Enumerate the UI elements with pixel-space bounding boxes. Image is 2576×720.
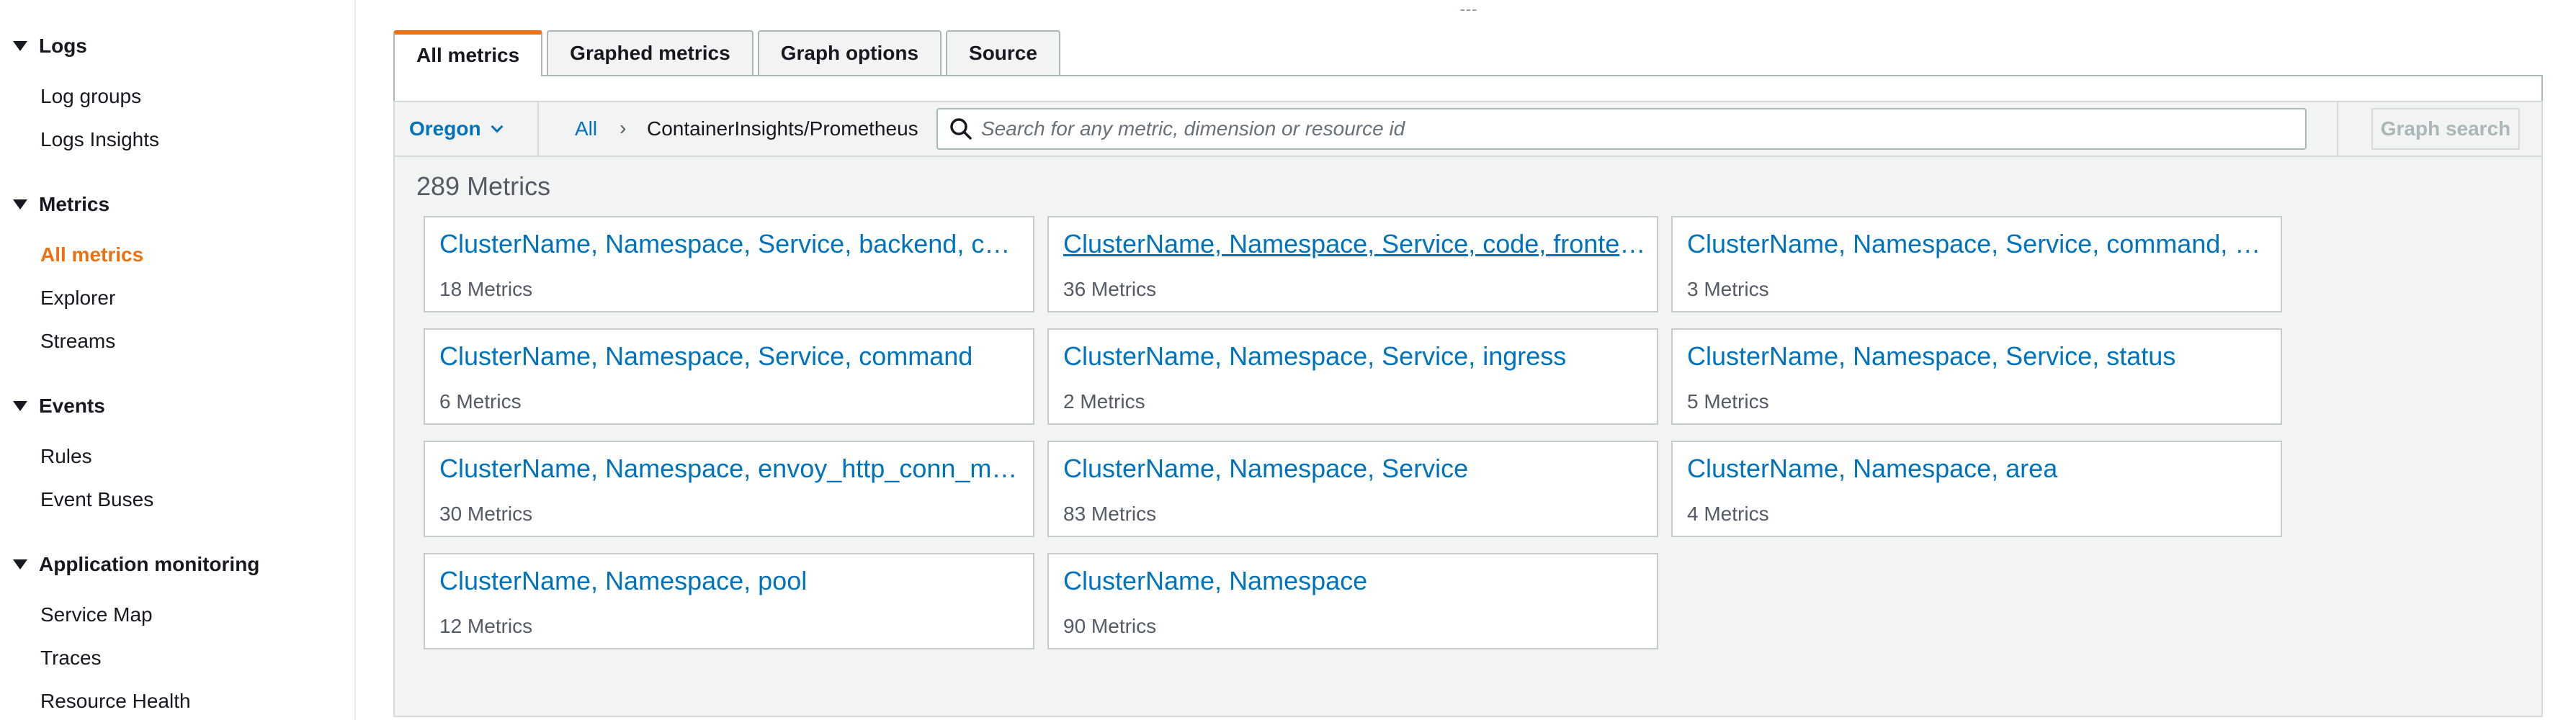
metric-group-title[interactable]: ClusterName, Namespace, envoy_http_conn_… bbox=[439, 454, 1023, 484]
metric-group-card[interactable]: ClusterName, Namespace, Service, command… bbox=[424, 328, 1034, 425]
sidebar-section-application-monitoring[interactable]: Application monitoring bbox=[13, 550, 259, 579]
sidebar-item-rules[interactable]: Rules bbox=[40, 442, 92, 471]
metric-group-count: 6 Metrics bbox=[439, 390, 522, 413]
caret-down-icon bbox=[13, 199, 27, 210]
search-icon bbox=[950, 118, 972, 140]
sidebar-item-explorer[interactable]: Explorer bbox=[40, 284, 115, 312]
metric-group-count: 36 Metrics bbox=[1063, 278, 1157, 300]
metric-group-card[interactable]: ClusterName, Namespace, Service, backend… bbox=[424, 216, 1034, 312]
caret-down-icon bbox=[13, 401, 27, 411]
region-selector[interactable]: Oregon bbox=[395, 102, 539, 156]
resize-handle[interactable]: --- bbox=[1459, 1, 1478, 17]
sidebar-section-title: Events bbox=[39, 395, 105, 417]
metrics-toolbar: Oregon All › ContainerInsights/Prometheu… bbox=[395, 102, 2541, 157]
sidebar-item-event-buses[interactable]: Event Buses bbox=[40, 485, 153, 514]
metric-group-title[interactable]: ClusterName, Namespace, Service, code, f… bbox=[1063, 229, 1647, 259]
metric-group-count: 90 Metrics bbox=[1063, 615, 1157, 637]
metrics-count: 289 Metrics bbox=[416, 171, 551, 201]
sidebar-item-all-metrics[interactable]: All metrics bbox=[40, 240, 143, 269]
metric-group-count: 4 Metrics bbox=[1687, 503, 1769, 525]
sidebar-section-metrics[interactable]: Metrics bbox=[13, 190, 109, 219]
graph-search-button[interactable]: Graph search bbox=[2371, 108, 2520, 150]
breadcrumb-all-link[interactable]: All bbox=[575, 102, 597, 156]
chevron-down-icon bbox=[491, 120, 504, 133]
sidebar-item-log-groups[interactable]: Log groups bbox=[40, 82, 141, 111]
sidebar-item-resource-health[interactable]: Resource Health bbox=[40, 687, 191, 716]
tab-graphed-metrics[interactable]: Graphed metrics bbox=[547, 30, 753, 75]
sidebar-section-logs[interactable]: Logs bbox=[13, 32, 87, 60]
tab-source[interactable]: Source bbox=[946, 30, 1060, 75]
metric-group-count: 18 Metrics bbox=[439, 278, 533, 300]
metric-group-card[interactable]: ClusterName, Namespace, Service, ingress… bbox=[1047, 328, 1658, 425]
metric-group-title[interactable]: ClusterName, Namespace, Service, command bbox=[439, 341, 1023, 372]
metric-group-card[interactable]: ClusterName, Namespace, area 4 Metrics bbox=[1671, 441, 2282, 537]
breadcrumb-separator-icon: › bbox=[620, 117, 627, 139]
sidebar-section-title: Metrics bbox=[39, 193, 110, 215]
metric-group-title[interactable]: ClusterName, Namespace, Service bbox=[1063, 454, 1647, 484]
toolbar-divider bbox=[2337, 102, 2338, 156]
metric-group-card[interactable]: ClusterName, Namespace, pool 12 Metrics bbox=[424, 553, 1034, 649]
tab-all-metrics[interactable]: All metrics bbox=[393, 30, 543, 76]
sidebar-item-logs-insights[interactable]: Logs Insights bbox=[40, 125, 159, 154]
sidebar-item-service-map[interactable]: Service Map bbox=[40, 600, 153, 629]
metric-group-count: 12 Metrics bbox=[439, 615, 533, 637]
sidebar: Logs Log groups Logs Insights Metrics Al… bbox=[0, 0, 356, 720]
tab-panel-border bbox=[393, 75, 2543, 104]
metric-group-count: 3 Metrics bbox=[1687, 278, 1769, 300]
metric-group-card[interactable]: ClusterName, Namespace, Service, status … bbox=[1671, 328, 2282, 425]
metric-group-count: 2 Metrics bbox=[1063, 390, 1145, 413]
metric-group-card[interactable]: ClusterName, Namespace, Service, command… bbox=[1671, 216, 2282, 312]
metric-group-title[interactable]: ClusterName, Namespace, Service, ingress bbox=[1063, 341, 1647, 372]
metric-group-title[interactable]: ClusterName, Namespace bbox=[1063, 566, 1647, 596]
metrics-tabs: All metrics Graphed metrics Graph option… bbox=[393, 30, 1065, 76]
metrics-browser-panel: Oregon All › ContainerInsights/Prometheu… bbox=[393, 101, 2543, 717]
caret-down-icon bbox=[13, 41, 27, 51]
sidebar-item-streams[interactable]: Streams bbox=[40, 327, 115, 356]
sidebar-section-title: Application monitoring bbox=[39, 553, 260, 575]
metric-search-box bbox=[936, 108, 2307, 150]
metric-group-card[interactable]: ClusterName, Namespace, envoy_http_conn_… bbox=[424, 441, 1034, 537]
metric-group-count: 30 Metrics bbox=[439, 503, 533, 525]
metric-group-title[interactable]: ClusterName, Namespace, pool bbox=[439, 566, 1023, 596]
metric-group-card[interactable]: ClusterName, Namespace, Service, code, f… bbox=[1047, 216, 1658, 312]
sidebar-item-traces[interactable]: Traces bbox=[40, 644, 102, 672]
region-label: Oregon bbox=[409, 117, 481, 140]
metric-group-card[interactable]: ClusterName, Namespace, Service 83 Metri… bbox=[1047, 441, 1658, 537]
sidebar-section-events[interactable]: Events bbox=[13, 392, 105, 420]
caret-down-icon bbox=[13, 559, 27, 570]
metric-group-card[interactable]: ClusterName, Namespace 90 Metrics bbox=[1047, 553, 1658, 649]
metric-group-title[interactable]: ClusterName, Namespace, area bbox=[1687, 454, 2271, 484]
breadcrumb-current-namespace: ContainerInsights/Prometheus bbox=[647, 117, 918, 140]
metric-group-count: 83 Metrics bbox=[1063, 503, 1157, 525]
metric-group-count: 5 Metrics bbox=[1687, 390, 1769, 413]
metric-group-title[interactable]: ClusterName, Namespace, Service, command… bbox=[1687, 229, 2271, 259]
sidebar-section-title: Logs bbox=[39, 35, 87, 57]
tab-graph-options[interactable]: Graph options bbox=[757, 30, 942, 75]
metric-group-title[interactable]: ClusterName, Namespace, Service, status bbox=[1687, 341, 2271, 372]
metric-search-input[interactable] bbox=[981, 111, 2292, 147]
metric-group-title[interactable]: ClusterName, Namespace, Service, backend… bbox=[439, 229, 1023, 259]
